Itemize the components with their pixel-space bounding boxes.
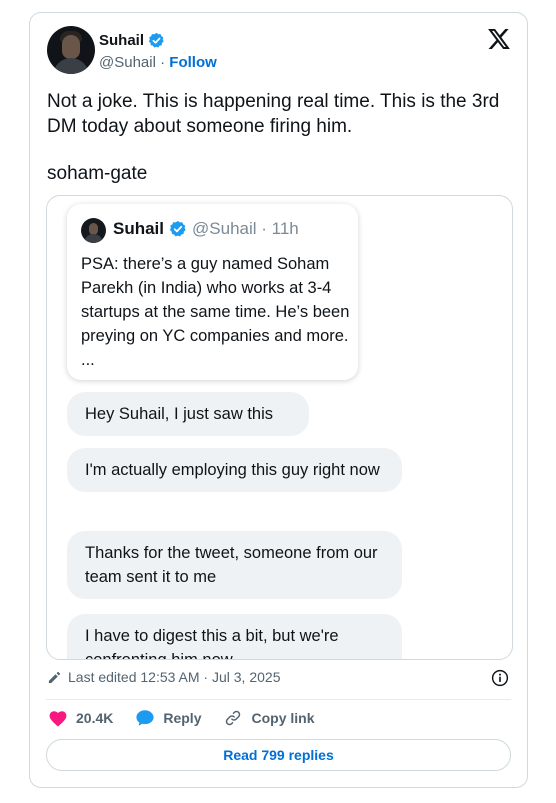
quoted-body: PSA: there’s a guy named Soham Parekh (i… xyxy=(81,255,350,369)
divider xyxy=(46,699,511,700)
x-logo-icon[interactable] xyxy=(488,29,510,49)
read-replies-button[interactable]: Read 799 replies xyxy=(46,739,511,771)
like-button[interactable]: 20.4K xyxy=(48,709,113,727)
action-bar: 20.4K Reply Copy link xyxy=(48,709,337,727)
info-icon[interactable] xyxy=(491,669,509,687)
avatar[interactable] xyxy=(47,26,95,74)
tweet-line-1: Not a joke. This is happening real time.… xyxy=(47,91,500,137)
dm-message: Hey Suhail, I just saw this xyxy=(67,392,309,436)
dm-message: Thanks for the tweet, someone from our t… xyxy=(67,531,402,599)
quoted-author-name: Suhail xyxy=(113,219,165,238)
follow-button[interactable]: Follow xyxy=(169,54,217,71)
speech-bubble-icon xyxy=(136,710,154,726)
dm-message: I'm actually employing this guy right no… xyxy=(67,448,402,492)
tweet-text: Not a joke. This is happening real time.… xyxy=(47,89,507,186)
author-handle[interactable]: @Suhail xyxy=(99,54,156,71)
heart-icon xyxy=(49,711,67,727)
quoted-avatar xyxy=(81,218,106,243)
like-count: 20.4K xyxy=(76,710,114,726)
tweet-hashtag-line: soham-gate xyxy=(47,163,148,184)
last-edited-text: Last edited 12:53 AM · Jul 3, 2025 xyxy=(68,669,281,685)
separator: · xyxy=(160,54,166,71)
quoted-header: Suhail @Suhail · 11h xyxy=(113,219,299,239)
last-edited[interactable]: Last edited 12:53 AM · Jul 3, 2025 xyxy=(47,669,280,685)
tweet-media-image[interactable]: Suhail @Suhail · 11h PSA: there’s a guy … xyxy=(46,195,513,660)
author-name-row: Suhail xyxy=(99,32,165,49)
reply-button[interactable]: Reply xyxy=(135,709,201,727)
author-name[interactable]: Suhail xyxy=(99,32,144,49)
embedded-tweet-card: Suhail @Suhail · Follow Not a joke. This… xyxy=(29,12,528,788)
dm-message: I have to digest this a bit, but we're c… xyxy=(67,614,402,659)
reply-label: Reply xyxy=(163,710,202,726)
author-handle-row: @Suhail · Follow xyxy=(99,54,217,71)
verified-badge-icon xyxy=(148,32,164,48)
verified-badge-icon xyxy=(169,220,186,237)
copy-link-button[interactable]: Copy link xyxy=(223,709,315,727)
pencil-icon xyxy=(48,671,61,683)
quoted-handle-time: @Suhail · 11h xyxy=(192,219,299,238)
copy-link-label: Copy link xyxy=(251,710,315,726)
link-icon xyxy=(226,710,241,726)
quoted-tweet: Suhail @Suhail · 11h PSA: there’s a guy … xyxy=(67,204,358,380)
